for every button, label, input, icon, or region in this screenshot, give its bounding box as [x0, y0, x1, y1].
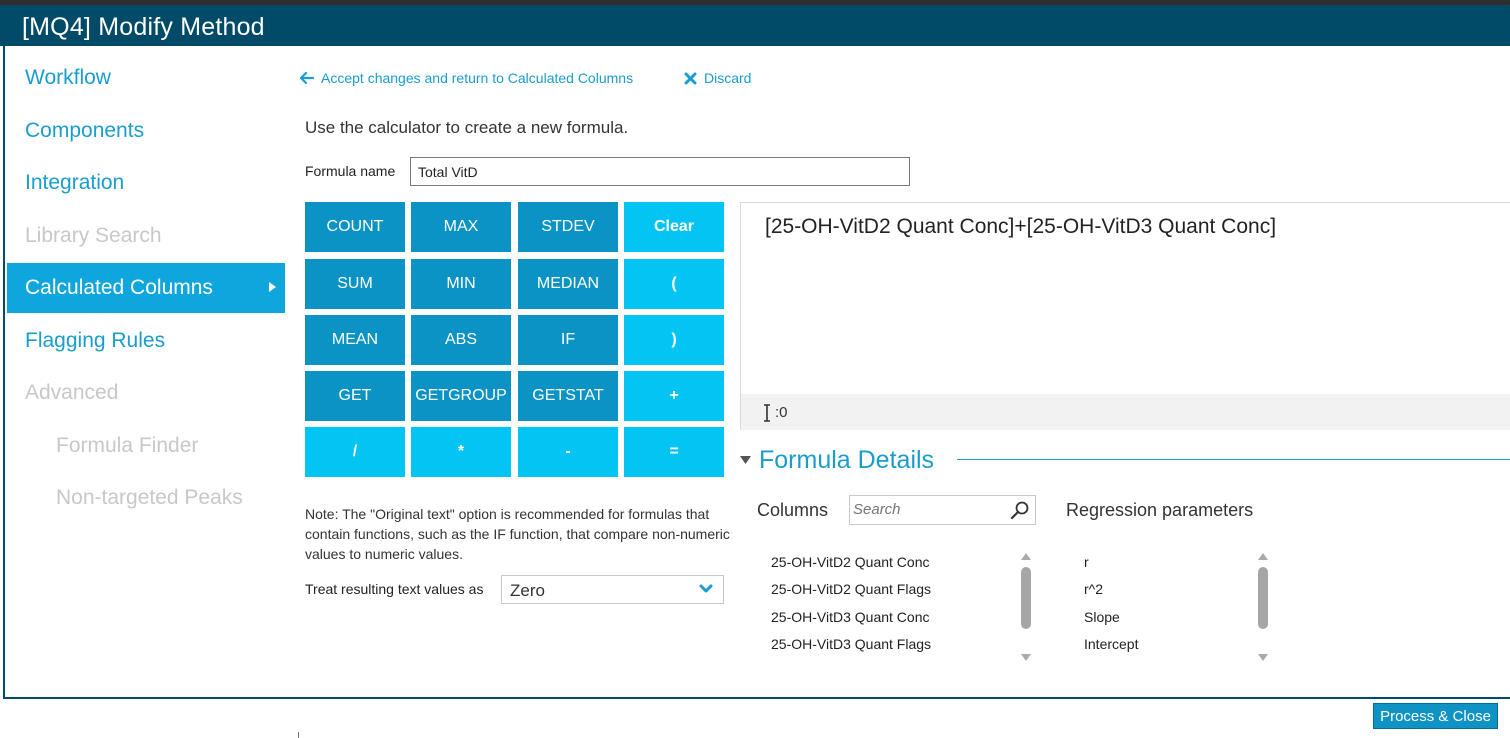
list-item[interactable]: r	[1084, 548, 1234, 576]
sidebar-item-workflow[interactable]: Workflow	[25, 66, 111, 90]
note-text: Note: The "Original text" option is reco…	[305, 506, 730, 562]
minus-button[interactable]: -	[518, 427, 618, 477]
formula-editor[interactable]: [25-OH-VitD2 Quant Conc]+[25-OH-VitD3 Qu…	[740, 202, 1510, 430]
equals-button[interactable]: =	[624, 427, 724, 477]
dialog-footer	[0, 699, 1510, 738]
formula-details-title: Formula Details	[759, 446, 935, 474]
sidebar-item-integration[interactable]: Integration	[25, 171, 124, 195]
close-icon	[684, 72, 697, 84]
discard-link[interactable]: Discard	[684, 70, 751, 86]
list-item[interactable]: 25-OH-VitD2 Quant Conc	[771, 548, 1011, 576]
formula-details-toggle[interactable]: Formula Details	[740, 446, 934, 475]
formula-text[interactable]: [25-OH-VitD2 Quant Conc]+[25-OH-VitD3 Qu…	[765, 215, 1276, 239]
columns-search[interactable]	[849, 495, 1036, 525]
getgroup-button[interactable]: GETGROUP	[411, 371, 511, 421]
text-cursor-icon	[764, 404, 770, 422]
scroll-thumb[interactable]	[1021, 567, 1031, 629]
multiply-button[interactable]: *	[411, 427, 511, 477]
treat-text-select[interactable]: Zero	[501, 575, 724, 604]
columns-list[interactable]: 25-OH-VitD2 Quant Conc 25-OH-VitD2 Quant…	[771, 540, 1011, 666]
search-icon[interactable]	[1010, 500, 1030, 520]
scroll-thumb[interactable]	[1258, 567, 1268, 629]
sidebar-item-advanced: Advanced	[25, 381, 119, 404]
title-bar: [MQ4] Modify Method	[0, 5, 1510, 46]
process-close-button[interactable]: Process & Close	[1373, 703, 1498, 729]
accept-changes-link[interactable]: Accept changes and return to Calculated …	[300, 70, 633, 86]
max-button[interactable]: MAX	[411, 202, 511, 252]
scroll-down-icon[interactable]	[1258, 654, 1268, 661]
accept-changes-label: Accept changes and return to Calculated …	[321, 70, 634, 86]
sidebar-item-non-targeted-peaks: Non-targeted Peaks	[56, 486, 243, 509]
scroll-up-icon[interactable]	[1021, 553, 1031, 560]
open-paren-button[interactable]: (	[624, 259, 724, 309]
treat-text-label: Treat resulting text values as	[305, 581, 484, 597]
chevron-down-icon	[699, 584, 713, 593]
columns-scrollbar[interactable]	[1020, 553, 1032, 661]
sidebar-item-label: Calculated Columns	[25, 276, 213, 299]
collapse-triangle-icon	[740, 456, 751, 464]
sidebar-item-formula-finder: Formula Finder	[56, 434, 199, 457]
arrow-left-icon	[300, 72, 314, 84]
mean-button[interactable]: MEAN	[305, 315, 405, 365]
section-divider	[957, 459, 1510, 460]
list-item[interactable]: Slope	[1084, 603, 1234, 631]
scroll-down-icon[interactable]	[1021, 654, 1031, 661]
clear-button[interactable]: Clear	[624, 202, 724, 252]
window-title: [MQ4] Modify Method	[22, 13, 265, 41]
if-button[interactable]: IF	[518, 315, 618, 365]
regression-parameters-list[interactable]: r r^2 Slope Intercept	[1084, 540, 1234, 666]
list-item[interactable]: r^2	[1084, 576, 1234, 604]
discard-label: Discard	[704, 70, 752, 86]
sidebar-item-calculated-columns[interactable]: Calculated Columns	[7, 263, 285, 313]
sidebar-item-flagging-rules[interactable]: Flagging Rules	[25, 329, 165, 353]
count-button[interactable]: COUNT	[305, 202, 405, 252]
formula-name-input[interactable]	[410, 157, 910, 186]
divider	[298, 732, 299, 738]
get-button[interactable]: GET	[305, 371, 405, 421]
getstat-button[interactable]: GETSTAT	[518, 371, 618, 421]
treat-text-value: Zero	[510, 581, 545, 600]
search-input[interactable]	[853, 501, 1003, 518]
list-item[interactable]: 25-OH-VitD2 Quant Flags	[771, 576, 1011, 604]
sidebar-item-library-search: Library Search	[25, 224, 162, 247]
sum-button[interactable]: SUM	[305, 259, 405, 309]
scroll-up-icon[interactable]	[1258, 553, 1268, 560]
list-item[interactable]: 25-OH-VitD3 Quant Flags	[771, 631, 1011, 659]
list-item[interactable]: 25-OH-VitD3 Quant Conc	[771, 603, 1011, 631]
regression-scrollbar[interactable]	[1257, 553, 1269, 661]
abs-button[interactable]: ABS	[411, 315, 511, 365]
cursor-position: :0	[775, 404, 788, 421]
median-button[interactable]: MEDIAN	[518, 259, 618, 309]
list-item[interactable]: Intercept	[1084, 631, 1234, 659]
regression-parameters-label: Regression parameters	[1066, 500, 1254, 520]
plus-button[interactable]: +	[624, 371, 724, 421]
min-button[interactable]: MIN	[411, 259, 511, 309]
caret-right-icon	[269, 282, 276, 292]
stdev-button[interactable]: STDEV	[518, 202, 618, 252]
editor-status-bar: :0	[741, 394, 1510, 430]
divide-button[interactable]: /	[305, 427, 405, 477]
columns-label: Columns	[757, 500, 829, 520]
formula-name-label: Formula name	[305, 163, 396, 179]
sidebar-item-components[interactable]: Components	[25, 119, 144, 143]
close-paren-button[interactable]: )	[624, 315, 724, 365]
instructions-text: Use the calculator to create a new formu…	[305, 118, 629, 137]
